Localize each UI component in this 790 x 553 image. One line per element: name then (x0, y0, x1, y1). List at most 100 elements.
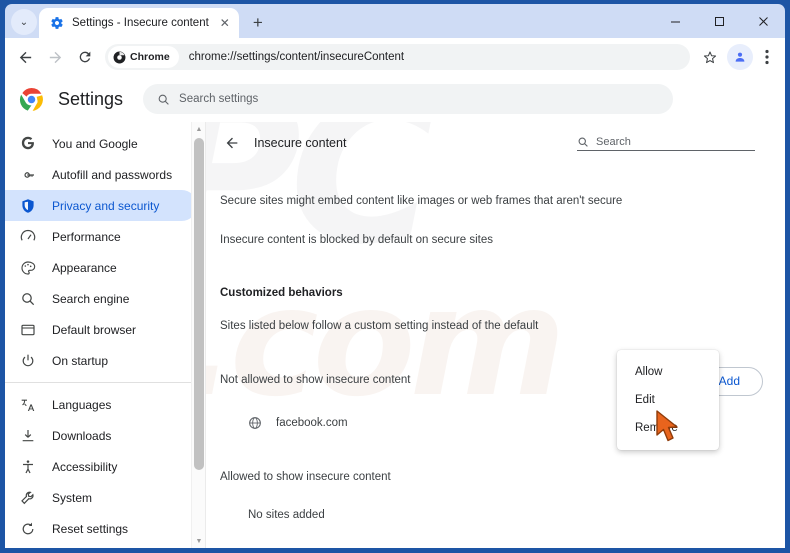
browser-toolbar: Chrome chrome://settings/content/insecur… (5, 38, 785, 76)
power-icon (19, 352, 36, 369)
content-header: Insecure content Search (206, 122, 785, 164)
bookmark-star-icon (703, 51, 717, 64)
google-g-icon (19, 135, 36, 152)
empty-state-text: No sites added (248, 509, 325, 521)
content-title: Insecure content (254, 136, 347, 150)
settings-header: Settings Search settings (5, 76, 785, 122)
sidebar-item-languages[interactable]: Languages (5, 389, 197, 420)
forward-button[interactable] (41, 43, 69, 71)
plus-icon: + (252, 12, 263, 32)
sidebar-item-system[interactable]: System (5, 482, 197, 513)
settings-search-input[interactable]: Search settings (143, 84, 674, 114)
settings-body: You and Google Autofill and passwords Pr… (5, 122, 785, 548)
wrench-icon (19, 489, 36, 506)
reload-icon (79, 51, 91, 63)
gear-icon (51, 17, 63, 29)
close-icon[interactable]: ✕ (217, 15, 233, 31)
sidebar-item-label: Languages (52, 397, 112, 412)
section-heading: Customized behaviors (220, 287, 343, 299)
search-icon (158, 94, 169, 105)
download-icon (19, 427, 36, 444)
browser-window: ⌄ Settings - Insecure content ✕ + Chrome… (0, 0, 790, 553)
chrome-circle-icon (113, 51, 126, 63)
allowed-section-header: Allowed to show insecure content (206, 471, 785, 484)
menu-item-edit[interactable]: Edit (617, 386, 719, 414)
chevron-down-icon: ⌄ (19, 16, 29, 28)
address-bar[interactable]: Chrome chrome://settings/content/insecur… (105, 44, 690, 70)
content-search-input[interactable]: Search (577, 136, 755, 151)
sidebar-item-performance[interactable]: Performance (5, 221, 197, 252)
palette-icon (19, 259, 36, 276)
reload-button[interactable] (71, 43, 99, 71)
sidebar: You and Google Autofill and passwords Pr… (5, 122, 205, 548)
site-identity-chip[interactable]: Chrome (108, 46, 179, 68)
restore-icon (19, 520, 36, 537)
maximize-button[interactable] (697, 6, 741, 36)
content-search-placeholder: Search (596, 135, 631, 148)
tab-search-button[interactable]: ⌄ (11, 9, 37, 35)
sidebar-item-default-browser[interactable]: Default browser (5, 314, 197, 345)
menu-item-remove[interactable]: Remove (617, 414, 719, 442)
section-subtext: Sites listed below follow a custom setti… (220, 320, 539, 332)
sidebar-item-privacy-and-security[interactable]: Privacy and security (5, 190, 197, 221)
search-icon (19, 290, 36, 307)
content-pane: Insecure content Search Secure sites mig… (205, 122, 785, 548)
tab-title: Settings - Insecure content (72, 17, 209, 29)
bookmark-button[interactable] (697, 44, 723, 70)
settings-search-placeholder: Search settings (179, 93, 259, 105)
context-menu: Allow Edit Remove (617, 350, 719, 450)
sidebar-scrollbar[interactable]: ▲ ▼ (191, 122, 205, 548)
arrow-left-icon (19, 51, 31, 63)
sidebar-item-you-and-google[interactable]: You and Google (5, 128, 197, 159)
key-icon (19, 166, 36, 183)
new-tab-button[interactable]: + (245, 9, 271, 35)
settings-page: PC k.com Settings Search settings You an… (5, 76, 785, 548)
profile-button[interactable] (727, 44, 753, 70)
sidebar-item-appearance[interactable]: Appearance (5, 252, 197, 283)
tab-settings[interactable]: Settings - Insecure content ✕ (39, 8, 239, 38)
window-controls (653, 4, 785, 38)
sidebar-item-accessibility[interactable]: Accessibility (5, 451, 197, 482)
back-button[interactable] (11, 43, 39, 71)
scrollbar-thumb[interactable] (194, 138, 204, 470)
speedometer-icon (19, 228, 36, 245)
sidebar-item-label: Search engine (52, 291, 130, 306)
translate-icon (19, 396, 36, 413)
scroll-down-arrow-icon[interactable]: ▼ (192, 534, 206, 548)
description-block: Secure sites might embed content like im… (206, 164, 785, 208)
sidebar-item-search-engine[interactable]: Search engine (5, 283, 197, 314)
arrow-left-icon (226, 137, 238, 149)
sidebar-item-label: On startup (52, 353, 109, 368)
scroll-up-arrow-icon[interactable]: ▲ (192, 122, 206, 136)
globe-icon (249, 416, 261, 429)
description-block-2: Insecure content is blocked by default o… (206, 208, 785, 247)
site-name: facebook.com (276, 416, 348, 429)
sidebar-item-autofill-and-passwords[interactable]: Autofill and passwords (5, 159, 197, 190)
close-icon (758, 16, 768, 26)
minimize-button[interactable] (653, 6, 697, 36)
sidebar-item-label: Appearance (52, 260, 117, 275)
close-button[interactable] (741, 6, 785, 36)
shield-icon (19, 197, 36, 214)
avatar-icon (735, 52, 745, 62)
page-title: Settings (58, 88, 124, 109)
sidebar-item-on-startup[interactable]: On startup (5, 345, 197, 376)
sidebar-item-label: System (52, 490, 93, 505)
sidebar-item-reset-settings[interactable]: Reset settings (5, 513, 197, 544)
sidebar-item-label: Performance (52, 229, 121, 244)
url-text: chrome://settings/content/insecureConten… (188, 51, 405, 63)
tab-strip: ⌄ Settings - Insecure content ✕ + (5, 4, 785, 38)
search-icon (577, 136, 589, 148)
sidebar-item-label: Default browser (52, 322, 137, 337)
chip-label: Chrome (130, 51, 170, 63)
sidebar-item-label: Accessibility (52, 459, 118, 474)
maximize-icon (714, 16, 724, 26)
browser-menu-button[interactable] (755, 44, 779, 70)
sidebar-item-downloads[interactable]: Downloads (5, 420, 197, 451)
sidebar-item-label: Autofill and passwords (52, 167, 173, 182)
sidebar-item-label: Downloads (52, 428, 112, 443)
back-navigation-button[interactable] (220, 131, 244, 155)
minimize-icon (670, 21, 680, 22)
menu-item-allow[interactable]: Allow (617, 358, 719, 386)
description-line: Secure sites might embed content like im… (220, 195, 623, 207)
